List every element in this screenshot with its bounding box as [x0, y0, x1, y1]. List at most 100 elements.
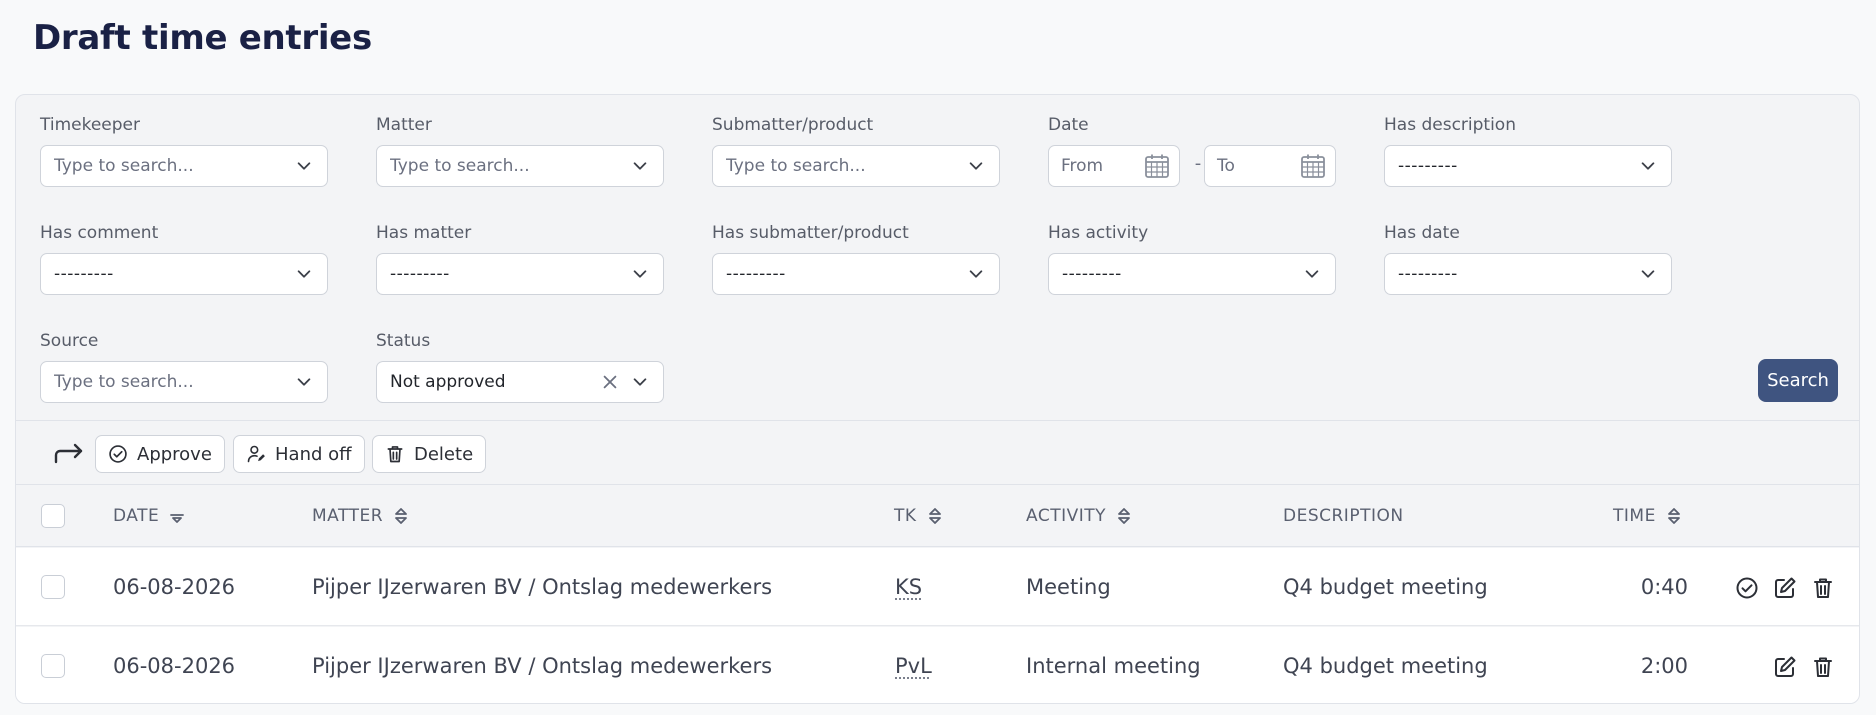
has-comment-select[interactable]: ---------	[40, 253, 328, 295]
timekeeper-select[interactable]: Type to search...	[40, 145, 328, 187]
trash-icon[interactable]	[1811, 576, 1835, 600]
source-placeholder: Type to search...	[54, 372, 194, 392]
close-icon[interactable]	[601, 373, 619, 391]
page-title: Draft time entries	[33, 18, 372, 58]
column-header-tk[interactable]: TK	[894, 485, 943, 547]
sort-icon[interactable]	[393, 507, 409, 525]
has-date-label: Has date	[1384, 223, 1460, 243]
row-timekeeper[interactable]: PvL	[895, 627, 932, 703]
chevron-down-icon[interactable]	[631, 373, 649, 391]
trash-icon[interactable]	[1811, 655, 1835, 679]
hand-off-label: Hand off	[275, 443, 352, 465]
row-checkbox[interactable]	[41, 654, 65, 678]
source-select[interactable]: Type to search...	[40, 361, 328, 403]
column-header-time[interactable]: TIME	[1613, 485, 1682, 547]
matter-filter: Matter Type to search...	[376, 113, 664, 187]
redo-arrow-icon[interactable]	[52, 438, 86, 468]
chevron-down-icon[interactable]	[1303, 265, 1321, 283]
submatter-label: Submatter/product	[712, 115, 874, 135]
timekeeper-filter: Timekeeper Type to search...	[40, 113, 328, 187]
chevron-down-icon[interactable]	[967, 265, 985, 283]
status-value: Not approved	[390, 372, 506, 392]
select-all-checkbox[interactable]	[41, 504, 65, 528]
row-matter: Pijper IJzerwaren BV / Ontslag medewerke…	[312, 654, 773, 678]
bulk-actions-toolbar: Approve Hand off Delete	[16, 420, 1859, 485]
chevron-down-icon[interactable]	[295, 157, 313, 175]
source-filter: Source Type to search...	[40, 329, 328, 403]
table-header: DATE MATTER TK ACTIVITY DESCRIPTION TIME	[16, 485, 1859, 547]
has-date-filter: Has date ---------	[1384, 221, 1672, 295]
matter-select[interactable]: Type to search...	[376, 145, 664, 187]
has-matter-value: ---------	[390, 264, 450, 284]
has-description-filter: Has description ---------	[1384, 113, 1672, 187]
filter-form: Timekeeper Type to search... Matter Type…	[16, 95, 1859, 420]
chevron-down-icon[interactable]	[295, 373, 313, 391]
column-header-description: DESCRIPTION	[1283, 506, 1404, 526]
calendar-icon[interactable]	[1143, 152, 1171, 180]
has-matter-label: Has matter	[376, 223, 472, 243]
delete-button[interactable]: Delete	[372, 435, 487, 473]
chevron-down-icon[interactable]	[295, 265, 313, 283]
pencil-square-icon[interactable]	[1773, 655, 1797, 679]
row-activity: Meeting	[1026, 575, 1111, 599]
chevron-down-icon[interactable]	[631, 265, 649, 283]
chevron-down-icon[interactable]	[967, 157, 985, 175]
time-entries-panel: Timekeeper Type to search... Matter Type…	[15, 94, 1860, 704]
row-date: 06-08-2026	[113, 575, 236, 599]
table-row: 06-08-2026 Pijper IJzerwaren BV / Ontsla…	[16, 548, 1859, 626]
sort-icon[interactable]	[1666, 507, 1682, 525]
date-from-input[interactable]: From	[1048, 145, 1180, 187]
has-activity-select[interactable]: ---------	[1048, 253, 1336, 295]
has-comment-value: ---------	[54, 264, 114, 284]
row-timekeeper[interactable]: KS	[895, 548, 922, 626]
date-to-placeholder: To	[1217, 156, 1235, 176]
has-matter-filter: Has matter ---------	[376, 221, 664, 295]
has-activity-value: ---------	[1062, 264, 1122, 284]
matter-placeholder: Type to search...	[390, 156, 530, 176]
timekeeper-label: Timekeeper	[40, 115, 140, 135]
date-to-input[interactable]: To	[1204, 145, 1336, 187]
status-filter: Status Not approved	[376, 329, 664, 403]
has-submatter-filter: Has submatter/product ---------	[712, 221, 1000, 295]
submatter-select[interactable]: Type to search...	[712, 145, 1000, 187]
timekeeper-placeholder: Type to search...	[54, 156, 194, 176]
source-label: Source	[40, 331, 99, 351]
has-activity-label: Has activity	[1048, 223, 1149, 243]
status-select[interactable]: Not approved	[376, 361, 664, 403]
row-time: 2:00	[1640, 654, 1688, 678]
has-description-select[interactable]: ---------	[1384, 145, 1672, 187]
date-label: Date	[1048, 115, 1089, 135]
approve-button[interactable]: Approve	[95, 435, 225, 473]
sort-icon[interactable]	[1116, 507, 1132, 525]
sort-icon[interactable]	[927, 507, 943, 525]
matter-label: Matter	[376, 115, 432, 135]
hand-off-button[interactable]: Hand off	[233, 435, 365, 473]
row-time: 0:40	[1640, 575, 1688, 599]
sort-down-icon[interactable]	[169, 507, 185, 525]
pencil-square-icon[interactable]	[1773, 576, 1797, 600]
row-matter: Pijper IJzerwaren BV / Ontslag medewerke…	[312, 575, 773, 599]
has-matter-select[interactable]: ---------	[376, 253, 664, 295]
column-header-activity[interactable]: ACTIVITY	[1026, 485, 1132, 547]
calendar-icon[interactable]	[1299, 152, 1327, 180]
has-description-label: Has description	[1384, 115, 1516, 135]
has-comment-label: Has comment	[40, 223, 159, 243]
has-submatter-value: ---------	[726, 264, 786, 284]
has-comment-filter: Has comment ---------	[40, 221, 328, 295]
check-circle-icon	[108, 444, 128, 464]
chevron-down-icon[interactable]	[631, 157, 649, 175]
approve-label: Approve	[137, 443, 212, 465]
date-filter: Date From - To	[1048, 113, 1336, 187]
row-checkbox[interactable]	[41, 575, 65, 599]
submatter-placeholder: Type to search...	[726, 156, 866, 176]
chevron-down-icon[interactable]	[1639, 157, 1657, 175]
column-header-matter[interactable]: MATTER	[312, 485, 409, 547]
check-circle-icon[interactable]	[1735, 576, 1759, 600]
search-button[interactable]: Search	[1758, 359, 1838, 402]
has-submatter-select[interactable]: ---------	[712, 253, 1000, 295]
column-header-date[interactable]: DATE	[113, 485, 185, 547]
status-label: Status	[376, 331, 431, 351]
has-date-select[interactable]: ---------	[1384, 253, 1672, 295]
chevron-down-icon[interactable]	[1639, 265, 1657, 283]
row-description: Q4 budget meeting	[1283, 575, 1488, 599]
